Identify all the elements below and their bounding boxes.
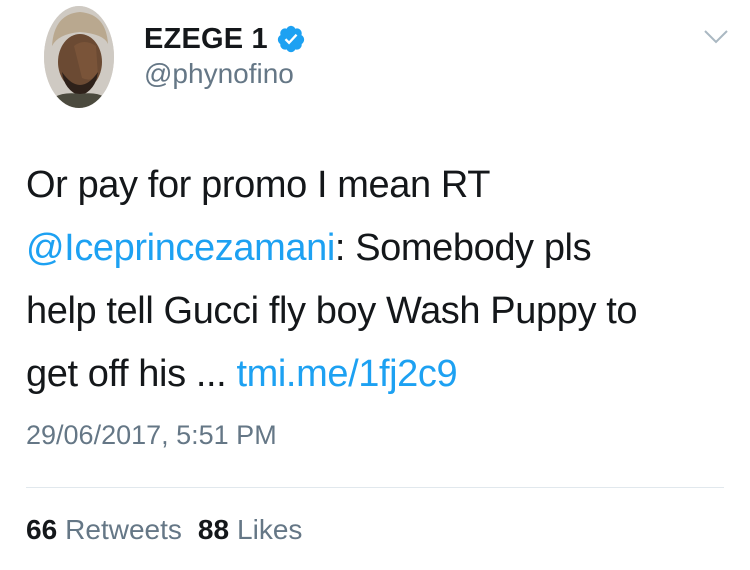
tweet-text-line4: get off his ... (26, 353, 237, 395)
avatar-photo-icon (44, 6, 114, 108)
retweets-stat[interactable]: 66 Retweets (26, 514, 182, 546)
chevron-down-icon[interactable] (703, 28, 729, 46)
tweet-card: EZEGE 1 @phynofino Or pay for promo I me… (0, 0, 750, 570)
tweet-timestamp[interactable]: 29/06/2017, 5:51 PM (26, 420, 277, 451)
author-name-row[interactable]: EZEGE 1 (144, 21, 306, 57)
retweets-label: Retweets (65, 514, 182, 545)
likes-stat[interactable]: 88 Likes (198, 514, 303, 546)
tweet-text-line3: help tell Gucci fly boy Wash Puppy to (26, 290, 638, 332)
retweets-count: 66 (26, 514, 58, 545)
tweet-text: Or pay for promo I mean RT @Iceprincezam… (26, 154, 736, 406)
mention-link[interactable]: @Iceprincezamani (26, 227, 335, 269)
tweet-text-line1: Or pay for promo I mean RT (26, 164, 491, 206)
author-display-name[interactable]: EZEGE 1 (144, 23, 268, 56)
verified-badge-icon (276, 24, 306, 54)
tweet-text-line2: : Somebody pls (334, 227, 592, 269)
tweet-stats: 66 Retweets 88 Likes (26, 514, 302, 546)
url-link[interactable]: tmi.me/1fj2c9 (236, 353, 457, 395)
avatar[interactable] (44, 6, 114, 108)
likes-label: Likes (237, 514, 303, 545)
author-handle[interactable]: @phynofino (144, 58, 294, 90)
likes-count: 88 (197, 514, 230, 545)
divider (26, 487, 724, 488)
